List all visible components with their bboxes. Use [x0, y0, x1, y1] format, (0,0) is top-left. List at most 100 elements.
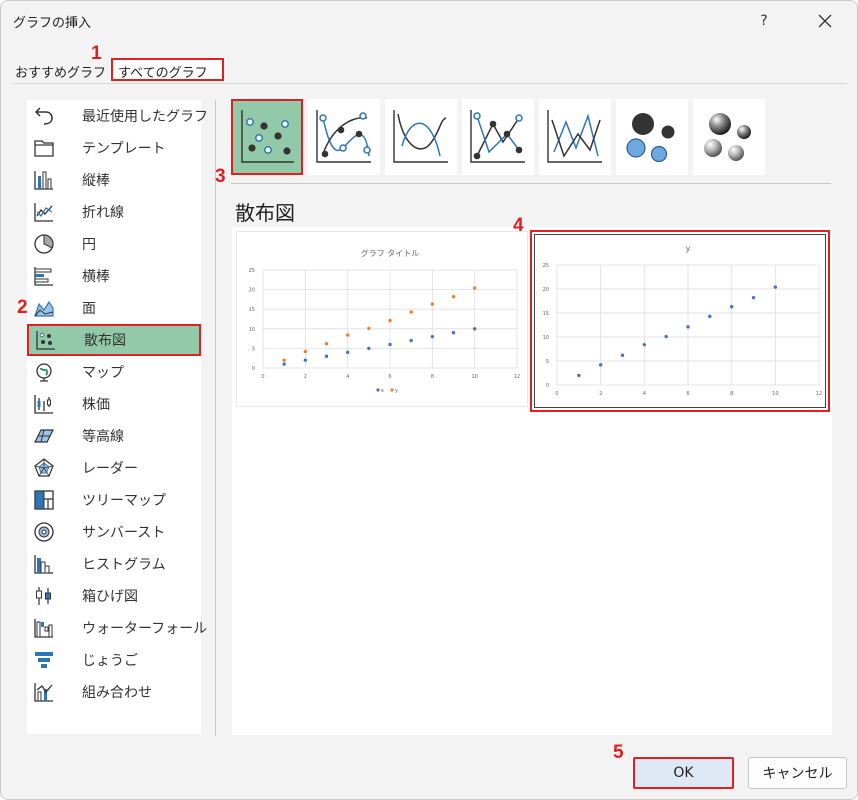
sidebar-item-label: 折れ線: [82, 205, 124, 221]
legend-marker: [376, 388, 380, 392]
annotation-4: 4: [513, 215, 524, 236]
sidebar-item-label: じょうご: [82, 653, 138, 669]
line-chart-icon: [32, 200, 56, 224]
data-point: [388, 318, 392, 323]
subtype-scatter-smooth-markers[interactable]: [308, 99, 380, 175]
chart-preview-2[interactable]: y 0 5 10 15 20 25 0 2 4 6 8 10 12: [530, 230, 830, 412]
sidebar-item-area-chart[interactable]: 面: [27, 292, 201, 324]
sidebar-item-label: テンプレート: [82, 141, 166, 157]
help-button[interactable]: ?: [751, 9, 777, 33]
sidebar-item-undo[interactable]: 最近使用したグラフ: [27, 100, 208, 132]
sidebar-item-treemap[interactable]: ツリーマップ: [27, 484, 201, 516]
combo-chart-icon: [32, 680, 56, 704]
chart-preview-2-frame: y 0 5 10 15 20 25 0 2 4 6 8 10 12: [534, 234, 826, 408]
sidebar-item-surface-chart[interactable]: 等高線: [27, 420, 201, 452]
data-point: [472, 327, 477, 331]
subtype-bubble[interactable]: [616, 99, 688, 175]
waterfall-icon: [32, 616, 56, 640]
sidebar-item-label: 面: [82, 301, 96, 317]
scatter-straight-markers-icon: [470, 110, 525, 163]
sidebar-item-stock-chart[interactable]: 株価: [27, 388, 201, 420]
insert-chart-dialog: グラフの挿入 ? おすすめグラフ すべてのグラフ 1 最近使用したグラフ テンプレ…: [0, 0, 858, 800]
sidebar-item-sunburst[interactable]: サンバースト: [27, 516, 201, 548]
dialog-title: グラフの挿入: [13, 16, 92, 31]
sidebar-item-label: 等高線: [82, 429, 124, 445]
y-tick-label: 0: [252, 366, 255, 372]
data-point: [303, 358, 308, 362]
subtype-bubble-3d[interactable]: [693, 99, 765, 175]
undo-icon: [32, 104, 56, 128]
sidebar-item-funnel[interactable]: じょうご: [27, 644, 201, 676]
x-tick-label: 2: [304, 374, 307, 380]
ok-button[interactable]: OK: [633, 757, 734, 789]
subtype-scatter-smooth[interactable]: [385, 99, 457, 175]
sidebar-item-label: 株価: [82, 397, 110, 413]
section-title: 散布図: [235, 201, 295, 225]
data-point: [773, 285, 778, 289]
y-tick-label: 10: [249, 327, 255, 333]
funnel-icon: [32, 648, 56, 672]
sidebar-item-label: 最近使用したグラフ: [82, 109, 208, 125]
y-tick-label: 5: [252, 346, 255, 352]
x-tick-label: 6: [686, 391, 689, 397]
vertical-divider: [215, 100, 216, 736]
cancel-button[interactable]: キャンセル: [748, 757, 847, 789]
y-tick-label: 0: [546, 383, 549, 389]
box-whisker-icon: [32, 584, 56, 608]
y-tick-label: 15: [249, 307, 255, 313]
bubble-3d-icon: [704, 113, 751, 161]
subtype-scatter-straight-markers[interactable]: [462, 99, 534, 175]
data-point: [729, 305, 734, 309]
data-point: [282, 358, 286, 362]
data-point: [577, 373, 581, 378]
sidebar-item-label: サンバースト: [82, 525, 166, 541]
legend-label: x: [381, 388, 384, 394]
sidebar-item-folder[interactable]: テンプレート: [27, 132, 201, 164]
sidebar-item-bar-chart[interactable]: 横棒: [27, 260, 201, 292]
histogram-icon: [32, 552, 56, 576]
x-tick-label: 12: [816, 391, 822, 397]
sidebar-item-radar-chart[interactable]: レーダー: [27, 452, 201, 484]
x-tick-label: 0: [261, 374, 264, 380]
y-tick-label: 25: [543, 263, 549, 269]
data-point: [303, 349, 308, 354]
chart-category-list: 最近使用したグラフ テンプレート縦棒折れ線円横棒面散布図マップ株価等高線レーダーツ…: [27, 100, 208, 734]
stock-chart-icon: [32, 392, 56, 416]
sidebar-item-scatter-chart[interactable]: 散布図: [27, 324, 201, 356]
sidebar-item-map-globe[interactable]: マップ: [27, 356, 201, 388]
scatter-thumb-icon: [241, 110, 294, 163]
sidebar-item-line-chart[interactable]: 折れ線: [27, 196, 201, 228]
chart-title: y: [686, 244, 691, 253]
sunburst-icon: [32, 520, 56, 544]
data-point: [430, 334, 435, 339]
subtype-scatter[interactable]: [231, 99, 303, 175]
treemap-icon: [32, 488, 56, 512]
x-tick-label: 0: [555, 391, 558, 397]
section-separator: [231, 183, 831, 184]
chart-preview-1[interactable]: グラフ タイトル 0 5 10 15 20 25 0 2 4 6 8 10 12 x y: [236, 231, 528, 407]
sidebar-item-waterfall[interactable]: ウォーターフォール: [27, 612, 207, 644]
x-tick-label: 12: [514, 374, 520, 380]
data-point: [324, 341, 329, 346]
x-tick-label: 8: [431, 374, 434, 380]
dialog-footer: OK キャンセル: [1, 747, 857, 799]
data-point: [324, 354, 329, 358]
sidebar-item-combo-chart[interactable]: 組み合わせ: [27, 676, 201, 708]
data-point: [751, 295, 756, 300]
x-tick-label: 4: [643, 391, 646, 397]
sidebar-item-label: 横棒: [82, 269, 110, 285]
close-button[interactable]: [811, 8, 839, 34]
sidebar-item-histogram[interactable]: ヒストグラム: [27, 548, 201, 580]
subtype-scatter-straight[interactable]: [539, 99, 611, 175]
data-point: [686, 325, 690, 329]
y-tick-label: 20: [249, 288, 255, 294]
x-tick-label: 10: [772, 391, 778, 397]
sidebar-item-box-whisker[interactable]: 箱ひげ図: [27, 580, 201, 612]
sidebar-item-column-chart[interactable]: 縦棒: [27, 164, 201, 196]
sidebar-item-label: 円: [82, 237, 96, 253]
sidebar-item-pie-chart[interactable]: 円: [27, 228, 201, 260]
tab-all-charts[interactable]: すべてのグラフ: [111, 58, 224, 81]
column-chart-icon: [32, 168, 56, 192]
data-point: [451, 331, 456, 335]
sidebar-item-label: 散布図: [84, 333, 126, 349]
